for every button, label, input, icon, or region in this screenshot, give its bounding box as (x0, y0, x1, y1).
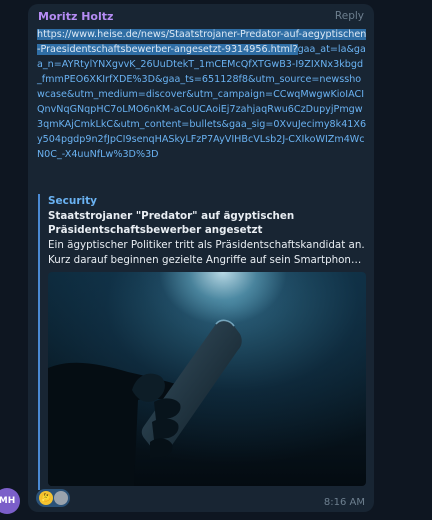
message-link[interactable]: https://www.heise.de/news/Staatstrojaner… (37, 27, 367, 162)
preview-description-line-1: Ein ägyptischer Politiker tritt als Präs… (48, 239, 365, 251)
url-query-text[interactable]: gaa_at=la&gaa_n=AYRtylYNXgvvK_26UuDtekT_… (37, 44, 366, 160)
preview-description-line-2: Kurz darauf beginnen gezielte Angriffe a… (48, 254, 364, 266)
sender-avatar[interactable]: MH (0, 488, 20, 514)
reply-button[interactable]: Reply (335, 10, 364, 22)
thinking-face-icon: 🤔 (39, 491, 53, 505)
message-timestamp: 8:16 AM (323, 497, 365, 508)
reactor-avatar (54, 491, 68, 505)
sender-name[interactable]: Moritz Holtz (38, 10, 113, 23)
preview-title: Staatstrojaner "Predator" auf ägyptische… (48, 210, 295, 236)
message-bubble: Moritz Holtz Reply https://www.heise.de/… (28, 4, 374, 512)
preview-image[interactable] (48, 272, 366, 486)
preview-site-name: Security (48, 195, 98, 207)
link-preview[interactable]: Security Staatstrojaner "Predator" auf ä… (38, 194, 366, 490)
reaction-chip[interactable]: 🤔 (36, 489, 70, 507)
hand-holding-phone-silhouette (48, 319, 242, 486)
